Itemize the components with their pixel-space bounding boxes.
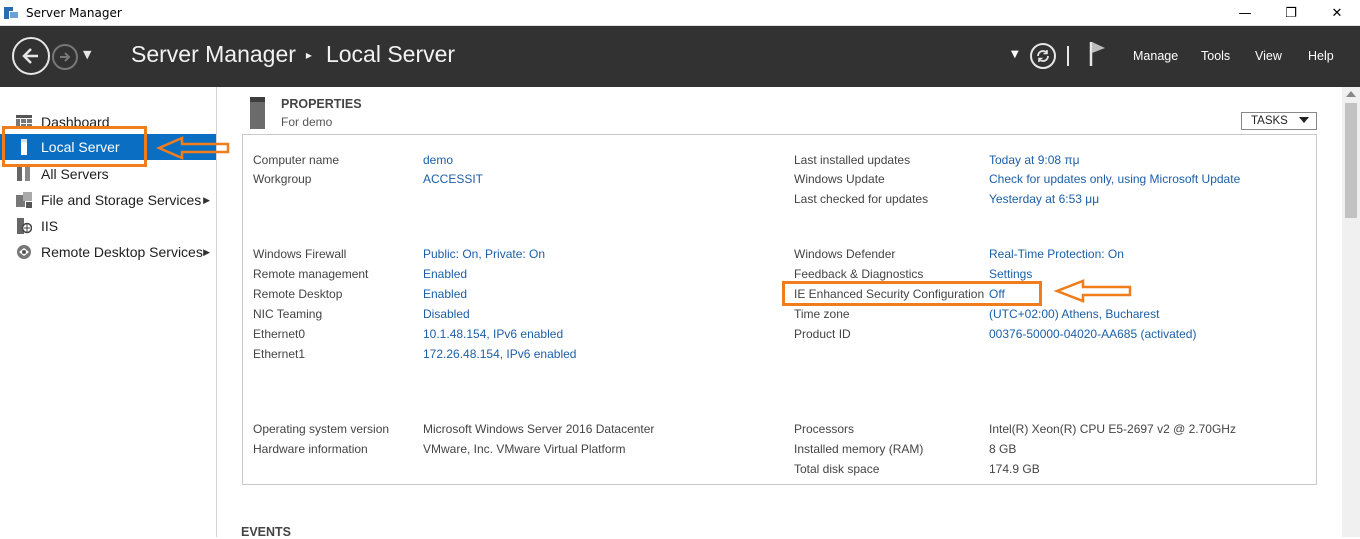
properties-title: PROPERTIES: [281, 97, 362, 111]
dropdown-arrow-icon: [1299, 117, 1309, 123]
tasks-dropdown[interactable]: TASKS: [1241, 112, 1317, 130]
breadcrumb-root[interactable]: Server Manager: [131, 41, 296, 68]
back-button[interactable]: [12, 37, 50, 75]
prop-value-link[interactable]: 172.26.48.154, IPv6 enabled: [423, 347, 576, 361]
breadcrumb-separator-icon: ▸: [305, 47, 312, 62]
server-manager-app-icon: [4, 6, 20, 20]
app-header: ▼ Server Manager ▸ Local Server ▼ Manage…: [0, 26, 1360, 87]
prop-value: VMware, Inc. VMware Virtual Platform: [423, 442, 626, 456]
prop-value-link[interactable]: 00376-50000-04020-AA685 (activated): [989, 327, 1196, 341]
prop-label: Windows Firewall: [253, 247, 347, 261]
prop-label: Feedback & Diagnostics: [794, 267, 924, 281]
tasks-label: TASKS: [1251, 115, 1288, 127]
prop-value-link[interactable]: Enabled: [423, 267, 467, 281]
sidebar-item-label: IIS: [41, 218, 59, 234]
chevron-right-icon[interactable]: ▶: [203, 195, 210, 206]
prop-value-link[interactable]: ACCESSIT: [423, 172, 483, 186]
prop-value: 174.9 GB: [989, 462, 1040, 476]
prop-label: Ethernet1: [253, 347, 306, 361]
highlight-box-local-server: [2, 126, 147, 167]
prop-label: Computer name: [253, 153, 340, 167]
properties-panel: Computer name demo Workgroup ACCESSIT Wi…: [242, 134, 1317, 485]
prop-value: Intel(R) Xeon(R) CPU E5-2697 v2 @ 2.70GH…: [989, 422, 1236, 436]
sidebar-item-label: All Servers: [41, 166, 109, 182]
prop-value-link[interactable]: Check for updates only, using Microsoft …: [989, 172, 1240, 186]
prop-value-link[interactable]: Public: On, Private: On: [423, 247, 545, 261]
notifications-flag-icon[interactable]: [1089, 41, 1107, 71]
refresh-dropdown-icon[interactable]: ▼: [1011, 49, 1019, 60]
prop-label: Time zone: [794, 307, 850, 321]
sidebar-item-label: File and Storage Services: [41, 192, 202, 208]
forward-button[interactable]: [52, 44, 78, 70]
prop-value-link[interactable]: Yesterday at 6:53 μμ: [989, 192, 1099, 206]
prop-value: Microsoft Windows Server 2016 Datacenter: [423, 422, 655, 436]
menu-help[interactable]: Help: [1308, 49, 1334, 63]
prop-label: Total disk space: [794, 462, 880, 476]
minimize-button[interactable]: —: [1222, 0, 1268, 26]
prop-label: Product ID: [794, 327, 851, 341]
chevron-right-icon[interactable]: ▶: [203, 247, 210, 258]
close-button[interactable]: ✕: [1314, 0, 1360, 26]
header-divider: [1067, 46, 1069, 66]
prop-label: Remote Desktop: [253, 287, 343, 301]
breadcrumb: Server Manager ▸ Local Server: [131, 41, 455, 68]
prop-label: Windows Update: [794, 172, 885, 186]
prop-value-link[interactable]: 10.1.48.154, IPv6 enabled: [423, 327, 563, 341]
prop-label: Operating system version: [253, 422, 390, 436]
window-titlebar: Server Manager — ❐ ✕: [0, 0, 1360, 26]
window-title: Server Manager: [26, 5, 122, 20]
prop-value-link[interactable]: Real-Time Protection: On: [989, 247, 1124, 261]
refresh-button[interactable]: [1030, 43, 1056, 69]
properties-subtitle: For demo: [281, 115, 333, 129]
prop-value-link[interactable]: Enabled: [423, 287, 467, 301]
highlight-box-ie-esc: [782, 281, 1042, 306]
sidebar-item-label: Remote Desktop Services: [41, 244, 203, 260]
prop-value-link[interactable]: (UTC+02:00) Athens, Bucharest: [989, 307, 1159, 321]
prop-label: NIC Teaming: [253, 307, 323, 321]
prop-label: Last checked for updates: [794, 192, 929, 206]
sidebar-item-iis[interactable]: IIS: [0, 213, 216, 239]
prop-value-link[interactable]: Settings: [989, 267, 1032, 281]
prop-label: Processors: [794, 422, 855, 436]
prop-value-link[interactable]: Today at 9:08 πμ: [989, 153, 1080, 167]
prop-label: Installed memory (RAM): [794, 442, 924, 456]
scroll-up-icon[interactable]: [1346, 91, 1356, 97]
arrow-left-icon: [22, 48, 38, 64]
prop-label: Windows Defender: [794, 247, 896, 261]
menu-tools[interactable]: Tools: [1201, 49, 1230, 63]
menu-manage[interactable]: Manage: [1133, 49, 1178, 63]
vertical-scrollbar[interactable]: [1342, 87, 1360, 537]
maximize-button[interactable]: ❐: [1268, 0, 1314, 26]
arrow-right-icon: [60, 52, 71, 62]
prop-label: Workgroup: [253, 172, 312, 186]
breadcrumb-current: Local Server: [325, 41, 456, 67]
iis-icon: [16, 218, 32, 234]
history-dropdown-icon[interactable]: ▼: [83, 48, 91, 61]
prop-label: Ethernet0: [253, 327, 306, 341]
menu-view[interactable]: View: [1255, 49, 1282, 63]
all-servers-icon: [16, 166, 32, 182]
prop-value: 8 GB: [989, 442, 1017, 456]
annotation-arrow-icon: [156, 136, 230, 160]
prop-label: Remote management: [253, 267, 369, 281]
file-storage-icon: [16, 192, 32, 208]
annotation-arrow-icon: [1053, 279, 1132, 303]
prop-label: Last installed updates: [794, 153, 911, 167]
sidebar-item-file-storage[interactable]: File and Storage Services ▶: [0, 187, 216, 213]
sidebar-item-remote-desktop[interactable]: Remote Desktop Services ▶: [0, 239, 216, 265]
properties-tile-icon: [250, 97, 265, 129]
refresh-icon: [1037, 50, 1049, 62]
scroll-thumb[interactable]: [1345, 103, 1357, 218]
remote-desktop-icon: [16, 244, 32, 260]
prop-label: Hardware information: [253, 442, 368, 456]
prop-value-link[interactable]: Disabled: [423, 307, 470, 321]
prop-value-link[interactable]: demo: [423, 153, 453, 167]
main-content: PROPERTIES For demo TASKS Computer name …: [218, 87, 1342, 539]
